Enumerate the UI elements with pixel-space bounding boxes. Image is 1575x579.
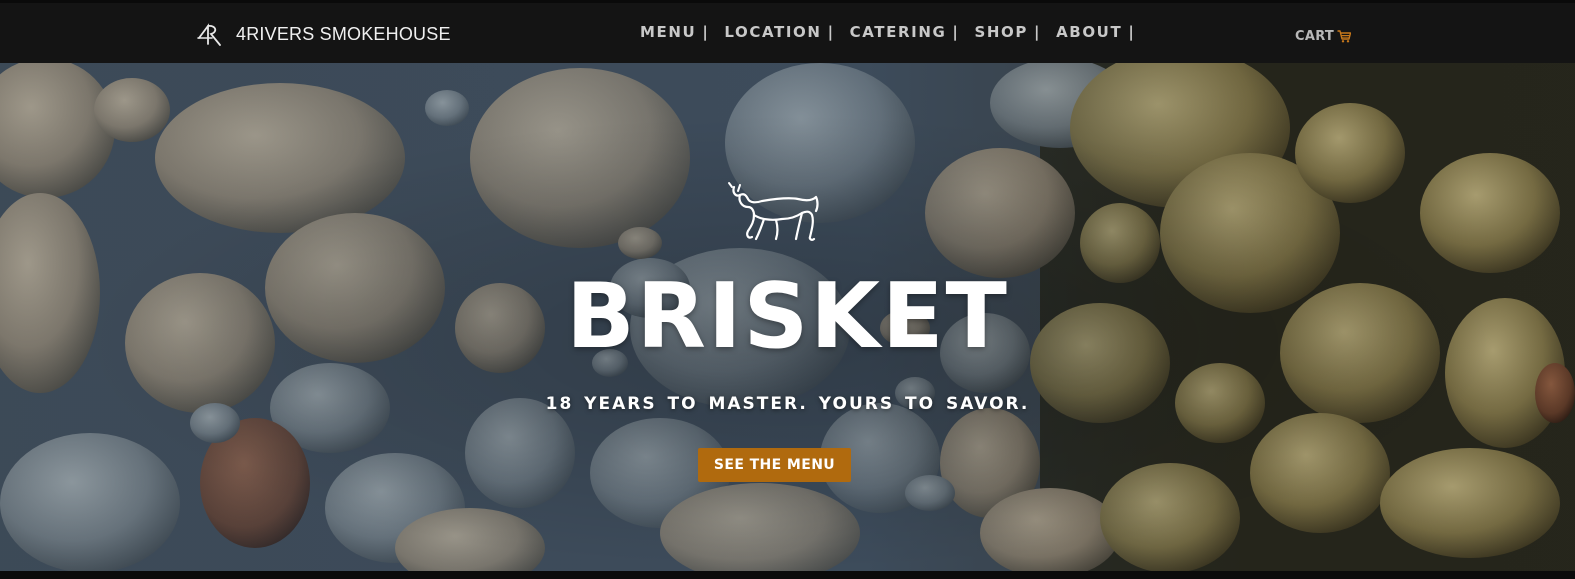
4r-logo-icon (197, 23, 221, 46)
nav-separator: | (1034, 23, 1042, 41)
brand-home-link[interactable]: 4RIVERS SMOKEHOUSE (196, 17, 451, 51)
nav-label: MENU (640, 23, 697, 41)
hero-subtitle: 18 YEARS TO MASTER. YOURS TO SAVOR. (545, 394, 1030, 414)
nav-label: CATERING (849, 23, 947, 41)
nav-label: LOCATION (724, 23, 822, 41)
top-navigation-bar: 4RIVERS SMOKEHOUSE MENU | LOCATION | CATER… (0, 0, 1575, 63)
brand-name: 4RIVERS SMOKEHOUSE (236, 23, 451, 44)
nav-label: SHOP (974, 23, 1028, 41)
nav-item-about[interactable]: ABOUT | (1056, 23, 1135, 41)
hero-title: BRISKET (566, 264, 1009, 369)
see-the-menu-button[interactable]: SEE THE MENU (698, 448, 851, 482)
nav-item-catering[interactable]: CATERING | (850, 23, 960, 41)
bottom-divider (0, 571, 1575, 579)
nav-separator: | (952, 23, 960, 41)
page: 4RIVERS SMOKEHOUSE MENU | LOCATION | CATER… (0, 0, 1575, 579)
nav-item-menu[interactable]: MENU | (640, 23, 709, 41)
cart-link[interactable]: CART (1295, 29, 1352, 44)
shopping-cart-icon (1337, 30, 1352, 43)
bull-icon (728, 182, 819, 241)
hero-banner: BRISKET 18 YEARS TO MASTER. YOURS TO SAV… (0, 63, 1575, 571)
cart-label: CART (1295, 29, 1335, 44)
nav-item-shop[interactable]: SHOP | (974, 23, 1041, 41)
nav-separator: | (702, 23, 710, 41)
nav-item-location[interactable]: LOCATION | (724, 23, 834, 41)
nav-separator: | (827, 23, 835, 41)
nav-separator: | (1128, 23, 1136, 41)
nav-label: ABOUT (1056, 23, 1123, 41)
main-nav: MENU | LOCATION | CATERING | SHOP | ABOUT | (640, 23, 1150, 41)
